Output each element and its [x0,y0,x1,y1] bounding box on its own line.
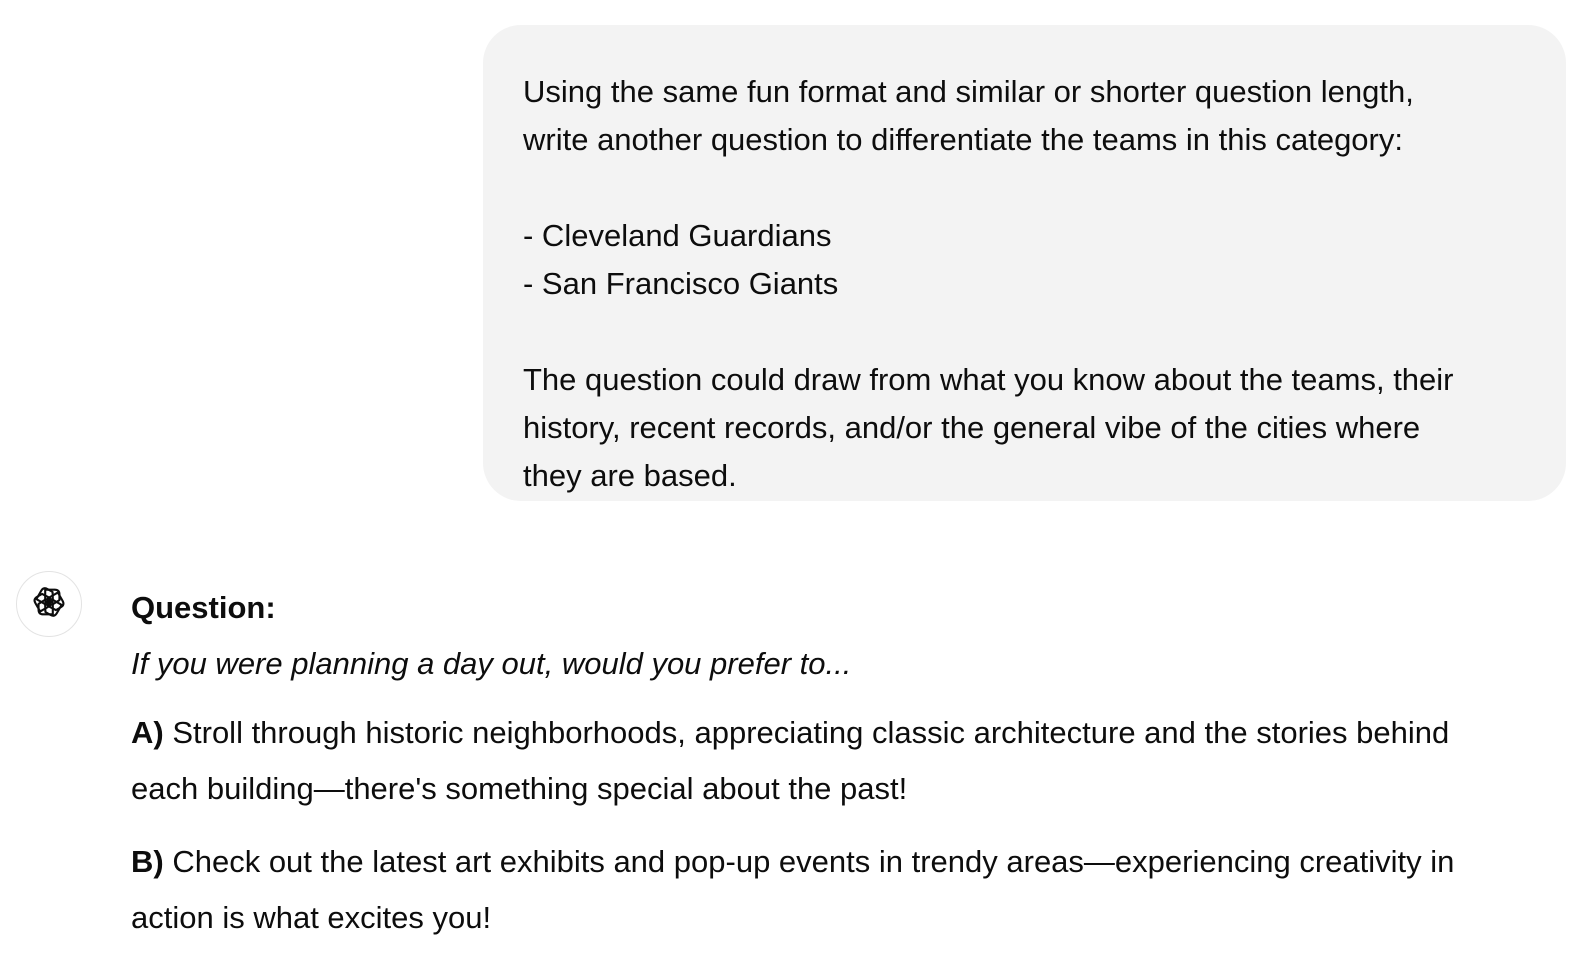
option-a: A) Stroll through historic neighborhoods… [131,705,1571,817]
user-message-line: Using the same fun format and similar or… [523,74,1414,109]
option-b-line: action is what excites you! [131,900,492,935]
question-prompt: If you were planning a day out, would yo… [131,646,852,681]
option-a-key: A) [131,715,164,750]
option-b-line: B) Check out the latest art exhibits and… [131,834,1571,890]
assistant-avatar [16,571,82,637]
option-a-text: Stroll through historic neighborhoods, a… [163,715,1450,750]
openai-logo-icon [30,583,68,626]
team-list-item: - San Francisco Giants [523,266,839,301]
user-message-line: they are based. [523,458,737,493]
option-a-line: each building—there's something special … [131,771,908,806]
team-list-item: - Cleveland Guardians [523,218,832,253]
user-message-line: write another question to differentiate … [523,122,1403,157]
question-label: Question: [131,590,276,625]
user-message-line: The question could draw from what you kn… [523,362,1454,397]
user-message-line: history, recent records, and/or the gene… [523,410,1421,445]
user-message-bubble: Using the same fun format and similar or… [483,25,1566,501]
option-b: B) Check out the latest art exhibits and… [131,834,1571,946]
option-b-key: B) [131,844,164,879]
option-b-text: Check out the latest art exhibits and po… [163,844,1455,879]
option-a-line: A) Stroll through historic neighborhoods… [131,705,1571,761]
assistant-message: Question: If you were planning a day out… [131,584,1571,946]
